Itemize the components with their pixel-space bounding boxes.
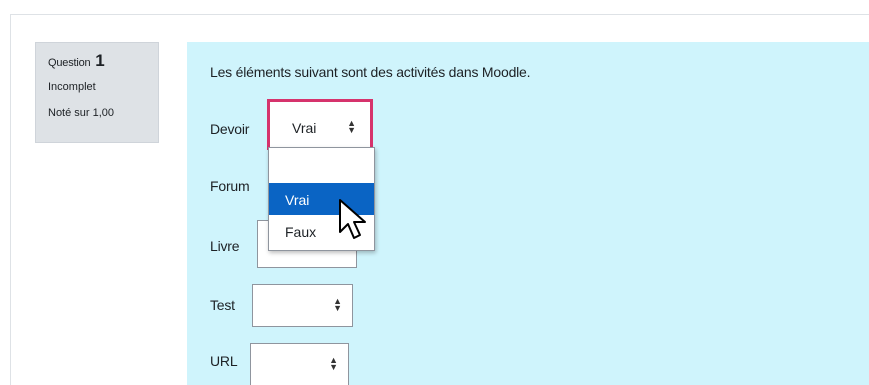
select-devoir[interactable]: Vrai ▲ ▼: [267, 99, 373, 150]
question-number: 1: [95, 51, 105, 70]
question-label: Question: [48, 57, 91, 69]
row-label-forum: Forum: [210, 178, 250, 194]
question-number-line: Question 1: [48, 51, 158, 71]
mouse-cursor-icon: [339, 199, 366, 239]
dropdown-option-empty[interactable]: [269, 150, 374, 182]
question-state: Incomplet: [48, 81, 96, 93]
select-arrows-icon: ▲ ▼: [347, 118, 356, 135]
select-arrows-icon: ▲ ▼: [333, 296, 342, 313]
question-text: Les éléments suivant sont des activités …: [210, 64, 531, 80]
select-devoir-value: Vrai: [292, 120, 317, 136]
select-url[interactable]: ▲ ▼: [250, 343, 349, 385]
row-label-url: URL: [210, 353, 238, 369]
row-label-livre: Livre: [210, 238, 240, 254]
row-label-devoir: Devoir: [210, 121, 250, 137]
select-test[interactable]: ▲ ▼: [252, 284, 353, 327]
row-label-test: Test: [210, 297, 235, 313]
question-grade: Noté sur 1,00: [48, 107, 115, 119]
select-arrows-icon: ▲ ▼: [329, 355, 338, 372]
question-info-panel: Question 1 Incomplet Noté sur 1,00: [35, 42, 159, 143]
